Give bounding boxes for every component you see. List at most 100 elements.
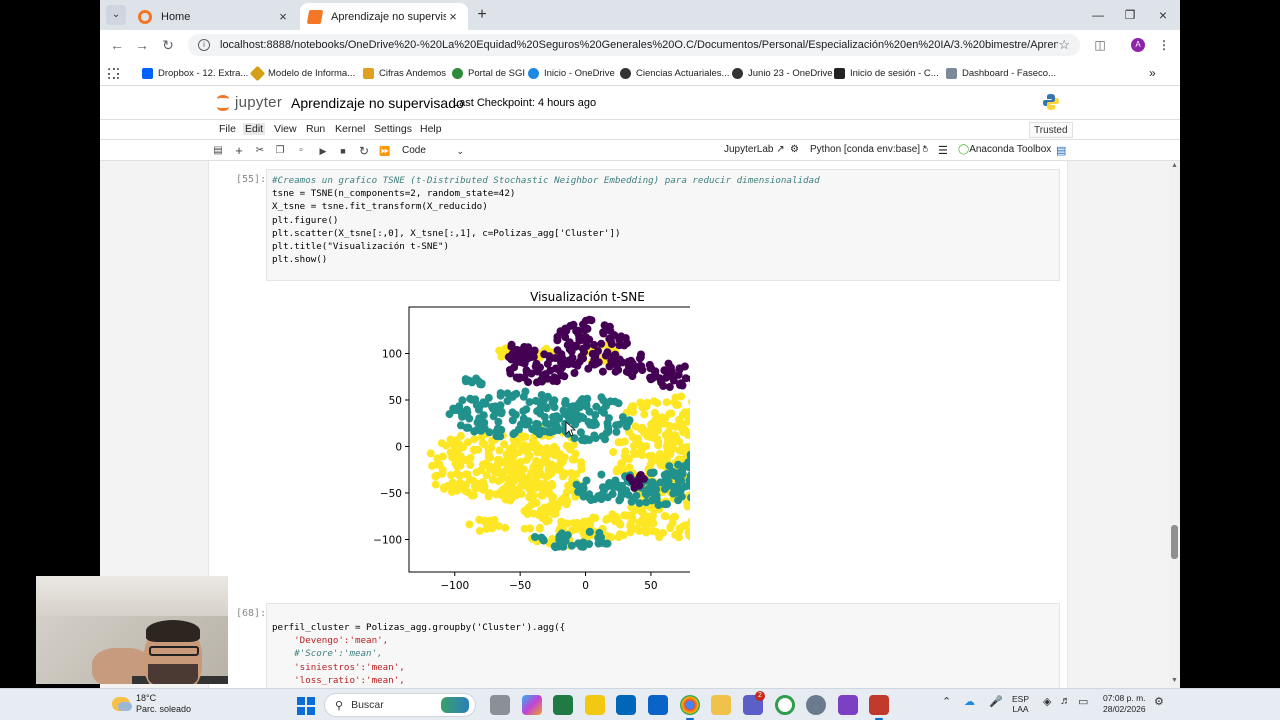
onedrive-tray-icon[interactable]: ☁ <box>964 695 975 708</box>
volume-icon[interactable]: ♬ <box>1060 695 1071 707</box>
settings-icon[interactable] <box>806 695 826 715</box>
profile-avatar[interactable]: A <box>1131 38 1145 52</box>
scatter-point-cluster-2 <box>507 492 516 501</box>
restart-run-all-icon[interactable]: ⏩ <box>378 144 392 158</box>
paste-icon[interactable]: ▫ <box>294 144 308 158</box>
menu-help[interactable]: Help <box>418 123 444 135</box>
jupyterlab-link[interactable]: JupyterLab ↗ <box>724 144 785 155</box>
notebook-scrollbar[interactable]: ▲ ▼ <box>1169 161 1180 688</box>
scatter-point-cluster-0 <box>615 341 624 350</box>
apps-grid-icon[interactable] <box>108 65 124 81</box>
battery-icon[interactable]: ▭ <box>1078 695 1088 708</box>
list-icon[interactable]: ☰ <box>938 144 948 157</box>
bookmark-item[interactable]: Dashboard - Faseco... <box>946 65 1056 81</box>
copy-icon[interactable]: ❐ <box>273 144 287 158</box>
insert-cell-icon[interactable]: + <box>232 144 246 158</box>
tab-notebook[interactable]: Aprendizaje no supervisado × <box>300 3 468 30</box>
browser-menu-icon[interactable]: ⋮ <box>1156 37 1172 53</box>
cell-type-select[interactable]: Code ⌄ <box>402 143 466 159</box>
code-cell[interactable]: #Creamos un grafico TSNE (t-Distributed … <box>266 169 1060 281</box>
menu-kernel[interactable]: Kernel <box>333 123 367 135</box>
minimize-button[interactable]: — <box>1081 0 1115 30</box>
scatter-point-cluster-1 <box>566 402 575 411</box>
bookmark-item[interactable]: Junio 23 - OneDrive <box>732 65 832 81</box>
chrome-icon[interactable] <box>680 695 700 720</box>
menu-file[interactable]: File <box>217 123 238 135</box>
scatter-point-cluster-0 <box>553 332 562 341</box>
cut-icon[interactable]: ✂ <box>253 144 267 158</box>
menu-settings[interactable]: Settings <box>372 123 414 135</box>
wifi-icon[interactable]: ◈ <box>1043 695 1051 708</box>
clipchamp-icon[interactable] <box>838 695 858 715</box>
anaconda-taskbar-icon[interactable] <box>775 695 795 715</box>
scroll-down-icon[interactable]: ▼ <box>1169 677 1180 684</box>
tab-home[interactable]: Home × <box>130 3 298 30</box>
stop-icon[interactable]: ■ <box>336 144 350 158</box>
save-icon[interactable]: ▤ <box>211 144 225 158</box>
scroll-up-icon[interactable]: ▲ <box>1169 162 1180 169</box>
maximize-button[interactable]: ❐ <box>1113 0 1147 30</box>
scrollbar-thumb[interactable] <box>1171 525 1178 559</box>
close-window-button[interactable]: × <box>1146 0 1180 30</box>
address-bar[interactable]: i localhost:8888/notebooks/OneDrive%20-%… <box>188 34 1080 56</box>
task-view-icon[interactable] <box>490 695 510 715</box>
notifications-icon[interactable]: ⚙ <box>1154 695 1164 708</box>
language-indicator[interactable]: ESP LAA <box>1012 694 1029 714</box>
anaconda-toolbox[interactable]: ◯Anaconda Toolbox <box>958 144 1051 155</box>
site-info-icon[interactable]: i <box>198 39 210 51</box>
forward-button[interactable]: → <box>133 36 151 54</box>
taskbar-search[interactable]: ⚲ Buscar <box>324 693 476 717</box>
scatter-point-cluster-2 <box>481 461 490 469</box>
tab-search-button[interactable]: ⌄ <box>106 5 126 25</box>
excel-icon[interactable] <box>553 695 573 715</box>
kernel-name[interactable]: Python [conda env:base] * <box>810 144 927 155</box>
microphone-icon[interactable]: 🎤 <box>989 695 1003 708</box>
scatter-point-cluster-2 <box>431 472 440 481</box>
kernel-settings-icon[interactable]: ⚙ <box>790 144 799 155</box>
scatter-point-cluster-0 <box>510 363 519 372</box>
run-icon[interactable]: ▶ <box>316 144 330 158</box>
trusted-indicator[interactable]: Trusted <box>1029 122 1073 138</box>
bookmark-item[interactable]: Portal de SGI <box>452 65 525 81</box>
weather-widget[interactable]: 18°C Parc. soleado <box>112 693 191 715</box>
bookmark-item[interactable]: Inicio - OneDrive <box>528 65 615 81</box>
bookmark-item[interactable]: Cifras Andemos <box>363 65 446 81</box>
clock[interactable]: 07:08 p. m. 28/02/2026 <box>1103 693 1146 715</box>
scatter-point-cluster-2 <box>516 457 525 466</box>
tray-overflow-icon[interactable]: ⌃ <box>942 695 951 708</box>
close-tab-icon[interactable]: × <box>446 9 460 24</box>
scatter-point-cluster-2 <box>555 499 564 508</box>
menu-view[interactable]: View <box>272 123 299 135</box>
extensions-icon[interactable]: ◫ <box>1092 37 1108 53</box>
scatter-point-cluster-2 <box>657 414 666 423</box>
jupyter-logo[interactable]: jupyter <box>217 93 282 111</box>
copilot-icon[interactable] <box>522 695 542 715</box>
bookmark-item[interactable]: Modelo de Informa... <box>249 65 355 81</box>
outlook-icon[interactable] <box>648 695 668 715</box>
scatter-point-cluster-1 <box>597 406 606 415</box>
more-bookmarks-icon[interactable]: » <box>1149 65 1156 81</box>
bookmark-star-icon[interactable]: ☆ <box>1058 37 1070 53</box>
new-tab-button[interactable]: + <box>473 6 491 24</box>
restart-icon[interactable]: ↻ <box>357 144 371 158</box>
powerbi-icon[interactable] <box>585 695 605 715</box>
back-button[interactable]: ← <box>108 36 126 54</box>
scatter-point-cluster-0 <box>567 347 576 356</box>
start-button[interactable] <box>297 697 315 715</box>
store-icon[interactable] <box>616 695 636 715</box>
bookmark-item[interactable]: Ciencias Actuariales... <box>620 65 729 81</box>
file-explorer-icon[interactable] <box>711 695 731 715</box>
reload-button[interactable]: ↻ <box>159 36 177 54</box>
scatter-point-cluster-1 <box>479 411 488 420</box>
code-cell[interactable]: perfil_cluster = Polizas_agg.groupby('Cl… <box>266 603 1060 688</box>
sidebar-toggle-icon[interactable]: ▤ <box>1056 144 1066 157</box>
recorder-icon[interactable] <box>869 695 889 720</box>
scatter-point-cluster-2 <box>482 471 491 480</box>
close-tab-icon[interactable]: × <box>276 9 290 24</box>
notebook-title[interactable]: Aprendizaje no supervisado <box>291 95 464 111</box>
bookmark-item[interactable]: Dropbox - 12. Extra... <box>142 65 248 81</box>
menu-edit[interactable]: Edit <box>243 123 266 135</box>
bookmark-item[interactable]: Inicio de sesión - C... <box>834 65 939 81</box>
menu-run[interactable]: Run <box>304 123 327 135</box>
bookmarks-bar: Dropbox - 12. Extra... Modelo de Informa… <box>100 60 1180 86</box>
